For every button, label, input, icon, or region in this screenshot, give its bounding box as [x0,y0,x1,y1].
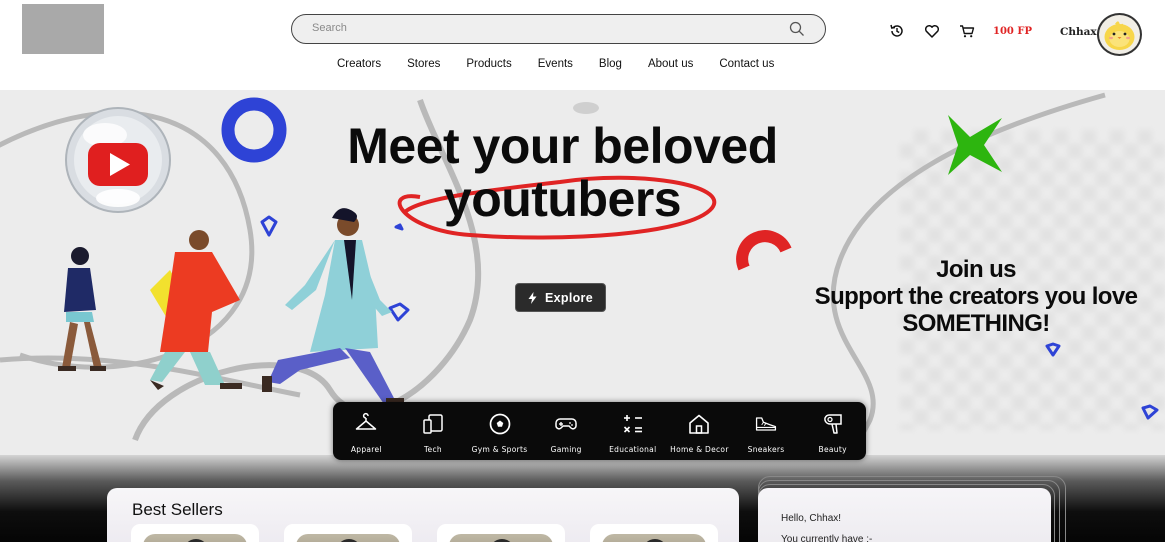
explore-label: Explore [545,290,593,305]
category-bar: Apparel Tech Gym & Sports Gaming Educati… [333,402,866,460]
nav-contact-us[interactable]: Contact us [719,58,774,70]
product-image [602,534,706,542]
nav-events[interactable]: Events [538,58,573,70]
heart-icon[interactable] [924,23,940,39]
hanger-icon [356,412,377,430]
join-line-3: SOMETHING! [902,310,1050,337]
join-line-1: Join us [936,256,1016,283]
category-label: Sneakers [747,445,785,454]
nav-about-us[interactable]: About us [648,58,693,70]
explore-button[interactable]: Explore [515,283,606,312]
heart-doodle-icon [1141,404,1159,420]
product-image [449,534,553,542]
category-apparel[interactable]: Apparel [333,402,400,460]
best-sellers-panel: Best Sellers [107,488,739,542]
category-tech[interactable]: Tech [400,402,467,460]
youtube-bubble-icon [65,107,171,213]
green-star-shape [948,115,1002,175]
best-sellers-title: Best Sellers [132,500,223,519]
category-sneakers[interactable]: Sneakers [733,402,800,460]
wallet-panel: Hello, Chhax! You currently have :- [758,488,1051,542]
ball-icon [489,413,510,435]
blue-ring-shape [221,97,287,163]
points-balance[interactable]: 100 FP [993,26,1032,37]
join-us-heading: Join us Support the creators you love SO… [790,256,1162,337]
product-image [296,534,400,542]
devices-icon [423,414,443,434]
product-card[interactable] [590,524,718,542]
category-educational[interactable]: Educational [600,402,667,460]
sneaker-icon [755,417,777,431]
category-label: Tech [423,445,442,454]
category-label: Beauty [818,445,847,454]
cart-icon[interactable] [959,23,975,39]
product-card[interactable] [284,524,412,542]
search-icon[interactable] [789,21,805,37]
category-label: Home & Decor [670,445,729,454]
lightning-icon [528,291,537,304]
category-label: Apparel [350,445,382,454]
heart-doodle-icon [1045,342,1061,357]
site-logo[interactable] [22,4,104,54]
category-gym-sports[interactable]: Gym & Sports [466,402,533,460]
category-label: Gaming [550,445,582,454]
walking-people-illustration [58,208,404,404]
product-card[interactable] [131,524,259,542]
hero-title: Meet your beloved youtubers [300,120,825,226]
join-line-2: Support the creators you love [814,283,1138,310]
username[interactable]: Chhax [1060,26,1097,38]
avatar[interactable] [1097,13,1142,56]
nav-stores[interactable]: Stores [407,58,440,70]
heart-doodle-icon [388,302,410,322]
category-label: Gym & Sports [471,445,528,454]
red-arc-shape [736,230,792,271]
product-card[interactable] [437,524,565,542]
nav-products[interactable]: Products [466,58,511,70]
category-gaming[interactable]: Gaming [533,402,600,460]
product-image [143,534,247,542]
heart-doodle-icon [260,215,278,237]
house-icon [689,414,710,434]
wallet-balance-text: You currently have :- [781,534,873,542]
hero-title-line-1: Meet your beloved [347,118,778,174]
grey-blob [573,102,599,114]
history-icon[interactable] [889,23,905,39]
category-label: Educational [609,445,657,454]
category-beauty[interactable]: Beauty [799,402,866,460]
chick-avatar-icon [1104,21,1135,50]
search-bar[interactable] [291,14,826,44]
hero-title-line-2: youtubers [443,171,682,227]
search-input[interactable] [312,22,772,34]
math-icon [623,415,642,433]
hairdryer-icon [823,414,842,434]
nav-blog[interactable]: Blog [599,58,622,70]
category-home-decor[interactable]: Home & Decor [666,402,733,460]
main-nav: Creators Stores Products Events Blog Abo… [337,58,800,70]
nav-creators[interactable]: Creators [337,58,381,70]
top-header: Creators Stores Products Events Blog Abo… [0,0,1165,90]
header-actions [889,23,994,39]
gamepad-icon [555,418,577,430]
wallet-greeting: Hello, Chhax! [781,513,842,524]
